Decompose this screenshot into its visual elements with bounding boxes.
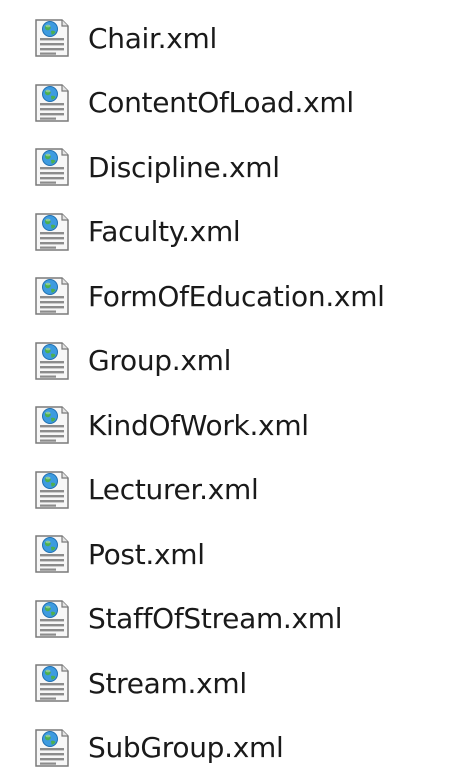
xml-document-globe-icon [30,339,74,383]
file-item[interactable]: Group.xml [0,329,456,394]
file-name: StaffOfStream.xml [88,602,343,636]
file-item[interactable]: Discipline.xml [0,135,456,200]
file-name: Faculty.xml [88,215,241,249]
file-name: Stream.xml [88,666,247,700]
file-name: Post.xml [88,537,205,571]
xml-document-globe-icon [30,468,74,512]
file-item[interactable]: Faculty.xml [0,200,456,265]
file-item[interactable]: FormOfEducation.xml [0,264,456,329]
xml-document-globe-icon [30,210,74,254]
file-item[interactable]: StaffOfStream.xml [0,587,456,652]
xml-document-globe-icon [30,81,74,125]
file-name: FormOfEducation.xml [88,279,385,313]
xml-document-globe-icon [30,532,74,576]
file-name: ContentOfLoad.xml [88,86,354,120]
xml-document-globe-icon [30,661,74,705]
file-item[interactable]: ContentOfLoad.xml [0,71,456,136]
xml-document-globe-icon [30,16,74,60]
file-name: Discipline.xml [88,150,280,184]
xml-document-globe-icon [30,403,74,447]
file-item[interactable]: Chair.xml [0,6,456,71]
file-list: Chair.xml ContentOfLoad.xml Discipline.xml… [0,6,456,780]
file-name: KindOfWork.xml [88,408,309,442]
file-item[interactable]: KindOfWork.xml [0,393,456,458]
xml-document-globe-icon [30,145,74,189]
file-item[interactable]: Stream.xml [0,651,456,716]
file-name: Group.xml [88,344,232,378]
file-item[interactable]: SubGroup.xml [0,716,456,781]
file-item[interactable]: Post.xml [0,522,456,587]
xml-document-globe-icon [30,274,74,318]
file-name: SubGroup.xml [88,731,284,765]
xml-document-globe-icon [30,597,74,641]
file-name: Lecturer.xml [88,473,259,507]
xml-document-globe-icon [30,726,74,770]
file-name: Chair.xml [88,21,218,55]
file-item[interactable]: Lecturer.xml [0,458,456,523]
